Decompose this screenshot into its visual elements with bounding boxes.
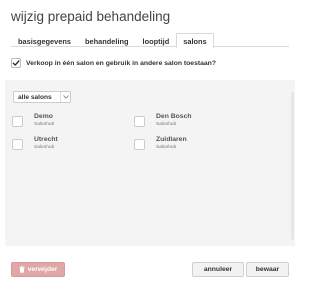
salon-item-zuidlaren[interactable]: Zuidlaren Salonhub: [134, 136, 187, 151]
salons-panel: [5, 80, 295, 246]
salon-name: Demo: [34, 113, 53, 120]
salon-checkbox[interactable]: [12, 116, 23, 127]
checkmark-icon: [12, 60, 20, 66]
sell-option-label: Verkoop in één salon en gebruik in ander…: [26, 59, 216, 67]
salon-item-demo[interactable]: Demo Salonhub: [12, 113, 55, 128]
dialog-title: wijzig prepaid behandeling: [11, 9, 171, 24]
salon-subtitle: Salonhub: [156, 121, 177, 127]
trash-icon: [18, 266, 25, 273]
edit-prepaid-dialog: wijzig prepaid behandeling basisgegevens…: [0, 0, 300, 287]
sell-option-checkbox[interactable]: [11, 58, 21, 68]
tab-salons[interactable]: salons: [176, 33, 214, 48]
salon-name: Utrecht: [34, 136, 58, 143]
tab-behandeling[interactable]: behandeling: [78, 33, 136, 47]
tab-bar: basisgegevens behandeling looptijd salon…: [11, 33, 289, 48]
sell-option-row: Verkoop in één salon en gebruik in ander…: [11, 58, 216, 68]
save-button[interactable]: bewaar: [246, 262, 289, 277]
salon-item-utrecht[interactable]: Utrecht Salonhub: [12, 136, 58, 151]
chevron-down-icon: [60, 92, 70, 102]
delete-button[interactable]: verwijder: [11, 262, 65, 277]
tab-basisgegevens[interactable]: basisgegevens: [11, 33, 78, 47]
salon-item-den-bosch[interactable]: Den Bosch Salonhub: [134, 113, 192, 128]
salon-filter-value: alle salons: [18, 93, 52, 101]
scrollbar[interactable]: [291, 92, 294, 240]
salon-name: Zuidlaren: [156, 136, 187, 143]
salon-subtitle: Salonhub: [34, 144, 55, 150]
salon-filter-select[interactable]: alle salons: [13, 91, 71, 103]
delete-label: verwijder: [27, 266, 58, 273]
salon-checkbox[interactable]: [12, 139, 23, 150]
salon-subtitle: Salonhub: [156, 144, 177, 150]
salon-checkbox[interactable]: [134, 116, 145, 127]
salon-subtitle: Salonhub: [34, 121, 55, 127]
salon-checkbox[interactable]: [134, 139, 145, 150]
salon-name: Den Bosch: [156, 113, 192, 120]
cancel-button[interactable]: annuleer: [192, 262, 244, 277]
tab-looptijd[interactable]: looptijd: [136, 33, 177, 47]
